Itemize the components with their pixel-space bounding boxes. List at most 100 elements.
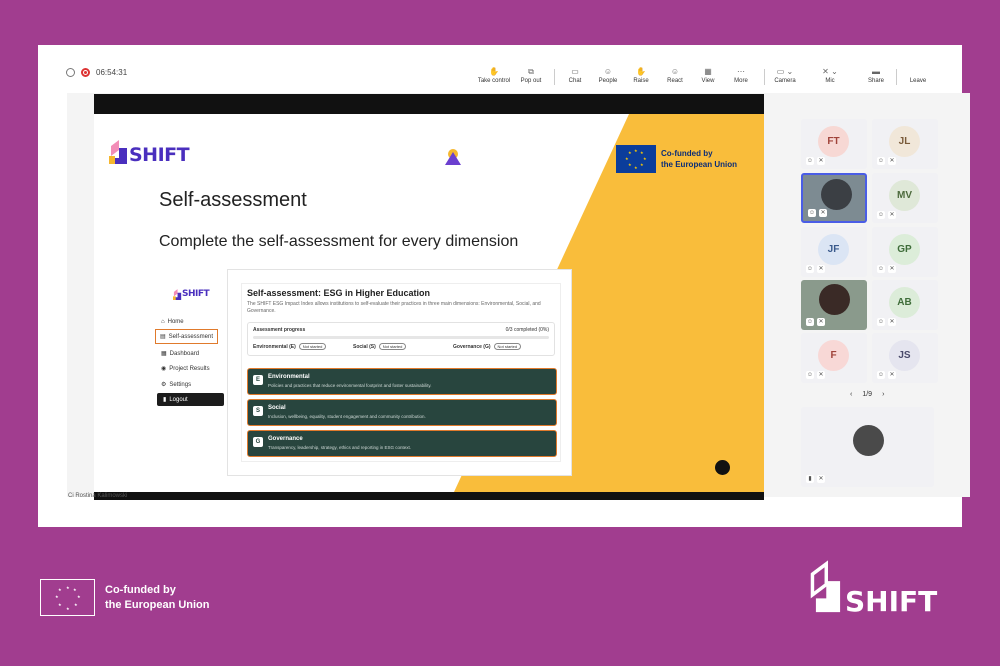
recording-icon [81,68,90,77]
person-icon: ☺ [877,211,885,219]
self-video-tile[interactable]: ▮ ✕ [801,407,934,487]
participant-tile[interactable]: GP ☺ ✕ [872,227,938,277]
person-icon: ☺ [877,318,885,326]
shift-logo-icon [109,140,127,164]
mic-off-icon: ✕ [819,209,827,217]
mic-off-icon: ✕ [888,211,896,219]
shift-logo-icon [810,560,841,613]
status-badge: Not started [378,343,407,350]
app-logo: SHIFT [173,288,210,306]
leave-button[interactable]: Leave [898,67,938,84]
participant-tile[interactable]: JL ☺ ✕ [872,119,938,169]
person-icon: ☺ [806,318,814,326]
decor-triangle [445,152,461,165]
more-button[interactable]: ⋯ More [721,67,761,84]
gear-icon: ⚙ [161,382,167,388]
progress-bar [253,336,549,339]
mic-off-icon: ✕ [888,157,896,165]
clipboard-icon: ▤ [160,334,166,340]
camera-button[interactable]: ▭ ⌄ Camera [765,67,805,84]
participant-tile[interactable]: F ☺ ✕ [801,333,867,383]
status-icon [66,68,75,77]
nav-dashboard[interactable]: ▦ Dashboard [161,350,199,358]
shift-logo: SHIFT [109,140,190,171]
mic-off-icon: ✕ [817,371,825,379]
meeting-timer: 06:54:31 [96,68,128,77]
meeting-status: 06:54:31 [66,68,127,77]
take-control-button[interactable]: ✋ Take control [474,67,514,84]
participant-video-avatar [821,179,852,210]
mic-button[interactable]: ✕ ⌄ Mic [810,67,850,84]
mic-off-icon: ✕ [817,475,825,483]
hand-icon: ✋ [489,67,499,76]
pop-out-button[interactable]: ⧉ Pop out [511,67,551,84]
person-icon: ☺ [806,157,814,165]
person-icon: ☺ [877,157,885,165]
eu-cofunded-badge: ★ ★ ★ ★ ★ ★ ★ ★ Co-funded by the European Uni… [616,144,750,174]
card-social[interactable]: S Social Inclusion, wellbeing, equality,… [247,399,557,426]
prev-page-button[interactable]: ‹ [850,391,852,398]
dimension-governance: Governance (G) Not started [453,343,522,350]
dimension-social: Social (S) Not started [353,343,407,350]
presenter-name: Ci Rostina Kalimowski [68,493,128,499]
participant-tile[interactable]: MV ☺ ✕ [872,173,938,223]
toolbar-divider [896,69,897,85]
participant-tile-video[interactable]: ☺ ✕ [801,280,867,330]
dimension-environmental: Environmental (E) Not started [253,343,327,350]
share-icon: ▬ [872,67,880,76]
assessment-description: The SHIFT ESG Impact Index allows instit… [247,301,541,314]
leave-icon [898,67,938,78]
mic-off-icon: ✕ [817,157,825,165]
nav-home[interactable]: ⌂ Home [161,319,184,325]
mic-off-icon: ✕ [817,265,825,273]
meeting-window: 06:54:31 ✋ Take control ⧉ Pop out ▭ Chat ☺ P… [38,45,970,527]
popout-icon: ⧉ [528,67,534,76]
participant-video-avatar [819,284,850,315]
signal-icon: ▮ [806,475,814,483]
person-icon: ☺ [806,265,814,273]
slide-title: Self-assessment [159,189,307,211]
page-indicator: 1/9 [862,391,873,398]
participant-video-avatar [853,425,884,456]
slide-bottom-bar [94,492,764,500]
more-icon: ⋯ [737,67,745,76]
results-icon: ◉ [161,366,167,372]
slide-subtitle: Complete the self-assessment for every d… [159,233,519,250]
status-badge: Not started [298,343,327,350]
participant-tile-video[interactable]: ☺ ✕ [801,173,867,223]
participant-tile[interactable]: JS ☺ ✕ [872,333,938,383]
mic-off-icon: ✕ [888,318,896,326]
participant-pager: ‹ 1/9 › [850,391,884,398]
footer-eu-badge: ★ ★ ★ ★ ★ ★ ★ ★ Co-funded by the European Uni… [40,579,210,616]
person-icon: ☺ [806,371,814,379]
participant-tile[interactable]: AB ☺ ✕ [872,280,938,330]
mic-off-icon: ✕ [888,265,896,273]
dashboard-icon: ▦ [161,351,167,357]
next-page-button[interactable]: › [882,391,884,398]
status-badge: Not started [493,343,522,350]
nav-settings[interactable]: ⚙ Settings [161,381,191,389]
eu-flag-icon: ★ ★ ★ ★ ★ ★ ★ ★ [40,579,95,616]
participant-tile[interactable]: JF ☺ ✕ [801,227,867,277]
slide-top-bar [94,94,764,114]
assessment-progress: Assessment progress 0/3 completed (0%) E… [247,322,555,356]
nav-project-results[interactable]: ◉ Project Results [161,365,210,373]
assessment-title: Self-assessment: ESG in Higher Education [247,288,431,298]
home-icon: ⌂ [161,319,165,325]
card-governance[interactable]: G Governance Transparency, leadership, s… [247,430,557,457]
logout-icon: ▮ [163,397,167,403]
decor-black-dot [715,460,730,475]
eu-flag-icon: ★ ★ ★ ★ ★ ★ ★ ★ [616,145,656,173]
camera-icon: ▭ ⌄ [776,67,794,76]
person-icon: ☺ [877,371,885,379]
nav-self-assessment[interactable]: ▤ Self-assessment [155,329,219,344]
share-button[interactable]: ▬ Share [856,67,896,84]
mic-off-icon: ✕ [817,318,825,326]
card-environmental[interactable]: E Environmental Policies and practices t… [247,368,557,395]
assessment-panel: Self-assessment: ESG in Higher Education… [241,283,561,462]
logout-button[interactable]: ▮ Logout [157,393,224,406]
person-icon: ☺ [808,209,816,217]
mic-off-icon: ✕ [888,371,896,379]
mic-icon: ✕ ⌄ [822,67,838,76]
participant-tile[interactable]: FT ☺ ✕ [801,119,867,169]
